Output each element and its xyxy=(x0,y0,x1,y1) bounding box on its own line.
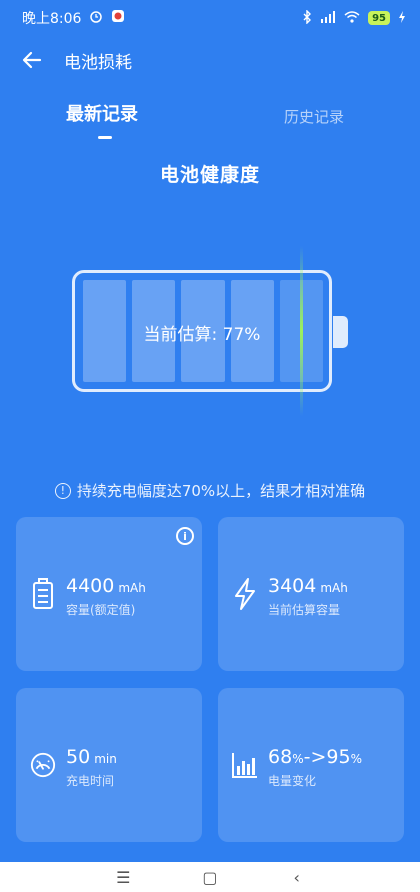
card-unit: mAh xyxy=(118,581,146,595)
bar-chart-icon xyxy=(232,748,258,782)
home-icon[interactable]: ▢ xyxy=(200,867,220,887)
info-icon[interactable]: i xyxy=(176,527,194,545)
card-value: 95 xyxy=(326,746,351,768)
tab-history-record[interactable]: 历史记录 xyxy=(284,106,344,127)
charge-time-card: 50 min 充电时间 xyxy=(16,688,202,842)
lightning-icon xyxy=(232,577,258,611)
screen: 晚上8:06 95 电池损耗 最新记录 历史记录 电池健康度 当前估算: 77%… xyxy=(0,0,420,892)
menu-icon[interactable]: ☰ xyxy=(113,867,133,887)
back-nav-icon[interactable]: ‹ xyxy=(287,867,307,887)
card-label: 电量变化 xyxy=(268,774,317,788)
back-button[interactable] xyxy=(18,46,46,74)
card-value: 4400 xyxy=(66,575,115,597)
battery-estimate: 当前估算: 77% xyxy=(143,325,261,345)
active-tab-indicator xyxy=(98,136,112,139)
card-value: 50 xyxy=(66,746,91,768)
exclamation-icon: ! xyxy=(54,482,71,499)
estimated-capacity-card: 3404 mAh 当前估算容量 xyxy=(218,517,404,671)
charge-change-card: 68%->95% 电量变化 xyxy=(218,688,404,842)
battery-status-badge: 95 xyxy=(368,11,390,25)
section-title: 电池健康度 xyxy=(159,164,260,186)
alarm-icon xyxy=(89,9,103,27)
card-arrow: -> xyxy=(303,746,327,768)
tab-latest-record[interactable]: 最新记录 xyxy=(66,100,138,126)
card-unit: mAh xyxy=(320,581,348,595)
accuracy-notice: ! 持续充电幅度达70%以上，结果才相对准确 xyxy=(0,480,420,501)
gauge-icon xyxy=(30,748,56,782)
app-notification-icon xyxy=(111,9,125,27)
card-value: 68 xyxy=(268,746,293,768)
card-label: 当前估算容量 xyxy=(268,603,341,617)
card-label: 容量(额定值) xyxy=(66,603,136,617)
signal-icon xyxy=(320,10,336,26)
system-nav-bar: ☰ ▢ ‹ xyxy=(0,862,420,892)
back-arrow-icon xyxy=(22,51,42,69)
wifi-icon xyxy=(344,10,360,26)
tab-bar: 最新记录 历史记录 xyxy=(0,100,420,144)
app-header: 电池损耗 xyxy=(0,36,420,84)
charging-icon xyxy=(398,10,406,26)
bluetooth-icon xyxy=(302,8,312,27)
card-value: 3404 xyxy=(268,575,317,597)
rated-capacity-card: i 4400 mAh 容量(额定值) xyxy=(16,517,202,671)
battery-cap xyxy=(333,316,348,348)
status-time: 晚上8:06 xyxy=(22,11,82,27)
page-title: 电池损耗 xyxy=(64,52,132,73)
status-bar: 晚上8:06 95 xyxy=(0,0,420,36)
card-label: 充电时间 xyxy=(66,774,115,788)
card-unit: % xyxy=(292,752,304,766)
card-unit: min xyxy=(94,752,117,766)
battery-icon xyxy=(30,577,56,611)
notice-text: 持续充电幅度达70%以上，结果才相对准确 xyxy=(76,482,366,500)
card-unit: % xyxy=(350,752,362,766)
